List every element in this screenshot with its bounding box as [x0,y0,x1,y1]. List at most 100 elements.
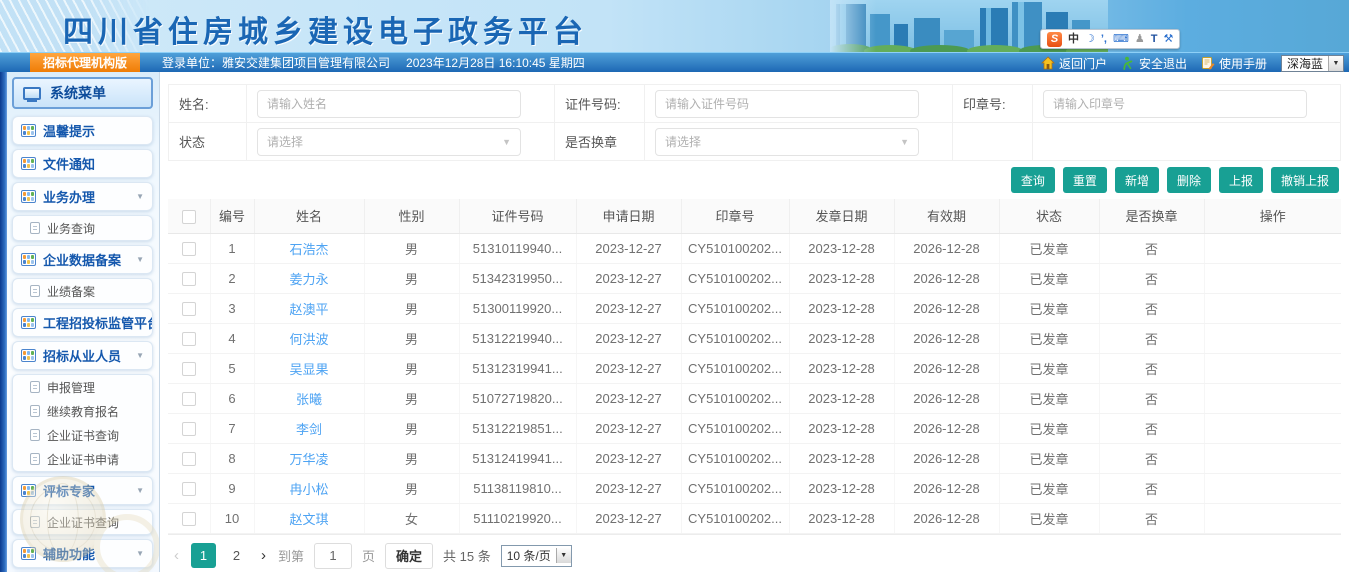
id-filter-input[interactable] [655,90,919,118]
name-filter-input[interactable] [257,90,521,118]
shirt-icon[interactable]: T [1151,34,1158,45]
row-select-cell [168,323,210,353]
row-checkbox[interactable] [182,242,196,256]
column-header: 状态 [999,199,1099,233]
confirm-page-button[interactable]: 确定 [385,543,433,569]
changed-cell: 否 [1099,413,1204,443]
keyboard-icon[interactable]: ⌨ [1113,34,1129,45]
seal-filter-input[interactable] [1043,90,1307,118]
sidebar-subitem[interactable]: 业务查询 [13,216,152,240]
seal-no-cell: CY510100202... [681,383,789,413]
changed-cell: 否 [1099,263,1204,293]
row-select-cell [168,413,210,443]
sidebar-subitem[interactable]: 企业证书申请 [13,447,152,471]
row-checkbox[interactable] [182,422,196,436]
person-name-link[interactable]: 石浩杰 [289,242,328,257]
column-header: 编号 [210,199,254,233]
ime-toolbar[interactable]: S中 ☽ ’, ⌨ ♟ T ⚒ [1040,29,1180,49]
person-name-link[interactable]: 张曦 [296,392,322,407]
person-name-link[interactable]: 赵文琪 [289,512,328,527]
person-icon[interactable]: ♟ [1135,34,1145,45]
report-button[interactable]: 上报 [1219,167,1263,193]
seal-no-cell: CY510100202... [681,503,789,533]
chinese-mode-icon[interactable]: 中 [1068,34,1079,45]
name-cell: 石浩杰 [254,233,364,263]
sidebar-item-7[interactable]: 辅助功能▼ [12,539,153,568]
sidebar-item-3[interactable]: 企业数据备案▼ [12,245,153,274]
seal-no-cell: CY510100202... [681,263,789,293]
apply-date-cell: 2023-12-27 [576,503,681,533]
row-number-cell: 10 [210,503,254,533]
column-header: 姓名 [254,199,364,233]
sidebar-item-6[interactable]: 评标专家▼ [12,476,153,505]
column-header: 发章日期 [789,199,894,233]
person-name-link[interactable]: 姜力永 [289,272,328,287]
row-checkbox[interactable] [182,482,196,496]
sidebar-subitem[interactable]: 企业证书查询 [13,423,152,447]
person-name-link[interactable]: 万华凌 [289,452,328,467]
gender-cell: 男 [364,383,459,413]
person-name-link[interactable]: 吴显果 [289,362,328,377]
empty-filter-cell [1033,123,1341,161]
row-checkbox[interactable] [182,452,196,466]
page-number-button[interactable]: 1 [191,543,216,568]
sidebar-item-1[interactable]: 文件通知 [12,149,153,178]
cancel-report-button[interactable]: 撤销上报 [1271,167,1339,193]
sogou-logo-icon[interactable]: S [1047,32,1062,47]
seal-no-cell: CY510100202... [681,443,789,473]
row-checkbox[interactable] [182,332,196,346]
submenu-item-label: 企业证书申请 [47,451,119,468]
row-checkbox[interactable] [182,362,196,376]
sidebar-subitem[interactable]: 继续教育报名 [13,399,152,423]
nav-link-0[interactable]: 返回门户 [1041,55,1107,72]
issue-date-cell: 2023-12-28 [789,383,894,413]
document-icon [30,516,40,528]
menu-item-label: 企业数据备案 [43,250,129,269]
sidebar-item-2[interactable]: 业务办理▼ [12,182,153,211]
id-no-cell: 51310119940... [459,233,576,263]
theme-select[interactable]: 深海蓝 ▼ [1281,55,1344,72]
moon-icon[interactable]: ☽ [1085,34,1095,45]
page-number-button[interactable]: 2 [224,543,249,568]
name-cell: 姜力永 [254,263,364,293]
row-checkbox[interactable] [182,392,196,406]
gender-cell: 男 [364,443,459,473]
action-cell [1204,503,1341,533]
delete-button[interactable]: 删除 [1167,167,1211,193]
reset-button[interactable]: 重置 [1063,167,1107,193]
add-button[interactable]: 新增 [1115,167,1159,193]
row-select-cell [168,473,210,503]
wrench-icon[interactable]: ⚒ [1164,34,1174,45]
nav-link-2[interactable]: 使用手册 [1201,55,1267,72]
apply-date-cell: 2023-12-27 [576,443,681,473]
punctuation-icon[interactable]: ’, [1101,34,1107,45]
row-number-cell: 1 [210,233,254,263]
sidebar-item-5[interactable]: 招标从业人员▼ [12,341,153,370]
action-toolbar: 查询重置新增删除上报撤销上报 [168,167,1339,193]
next-page-button[interactable]: › [259,547,268,564]
sidebar-subitem[interactable]: 申报管理 [13,375,152,399]
sidebar-subitem[interactable]: 企业证书查询 [13,510,152,534]
person-name-link[interactable]: 李剑 [296,422,322,437]
query-button[interactable]: 查询 [1011,167,1055,193]
status-filter-select[interactable]: 请选择 ▼ [257,128,521,156]
sidebar-subitem[interactable]: 业绩备案 [13,279,152,303]
row-checkbox[interactable] [182,512,196,526]
person-name-link[interactable]: 何洪波 [289,332,328,347]
sidebar-item-0[interactable]: 温馨提示 [12,116,153,145]
action-cell [1204,353,1341,383]
nav-link-1[interactable]: 安全退出 [1121,55,1187,72]
row-checkbox[interactable] [182,302,196,316]
change-filter-select[interactable]: 请选择 ▼ [655,128,919,156]
person-name-link[interactable]: 冉小松 [289,482,328,497]
person-name-link[interactable]: 赵澳平 [289,302,328,317]
page-size-select[interactable]: 10 条/页 ▼ [501,545,572,567]
gender-cell: 男 [364,323,459,353]
select-all-checkbox[interactable] [182,210,196,224]
row-checkbox[interactable] [182,272,196,286]
sidebar-item-4[interactable]: 工程招投标监管平台 [12,308,153,337]
valid-date-cell: 2026-12-28 [894,503,999,533]
name-cell: 万华凌 [254,443,364,473]
prev-page-button[interactable]: ‹ [172,547,181,564]
goto-page-input[interactable] [314,543,352,569]
